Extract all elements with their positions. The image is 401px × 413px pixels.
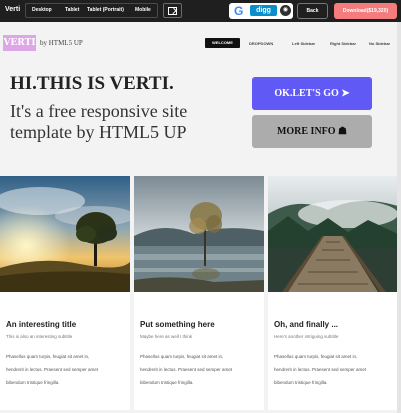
site-logo[interactable]: VERTI (3, 35, 36, 51)
fullscreen-button[interactable] (163, 3, 182, 18)
banner-subtitle: It's a free responsive site template by … (10, 101, 188, 142)
card-body-line: hendrerit in lectus. Praesent sed semper… (6, 367, 99, 372)
card-image-sunset-tree[interactable] (0, 176, 130, 292)
download-button[interactable]: Download($19,320) (334, 3, 397, 19)
card-title: Oh, and finally ... (274, 320, 339, 329)
card-subtitle: Here's another intriguing subtitle (274, 334, 339, 339)
banner-title: HI.THIS IS VERTI. (10, 73, 174, 94)
back-button[interactable]: Back (297, 3, 328, 19)
card-body: Phasellus quam turpis, feugiat sit amet … (140, 350, 258, 389)
card-title: Put something here (140, 320, 215, 329)
device-desktop[interactable]: Desktop (32, 7, 52, 13)
github-icon[interactable]: ◉ (280, 5, 291, 16)
card-body: Phasellus quam turpis, feugiat sit amet … (6, 350, 124, 389)
card-body-line: bibendum tristique fringilla. (274, 380, 328, 385)
device-tablet[interactable]: Tablet (65, 7, 79, 13)
feature-card: Oh, and finally ... Here's another intri… (268, 176, 398, 410)
page-scrollbar[interactable] (397, 22, 401, 413)
google-icon[interactable]: G (234, 4, 243, 18)
card-title: An interesting title (6, 320, 77, 329)
card-image-lake[interactable] (134, 176, 264, 292)
device-tablet-portrait[interactable]: Tablet (Portrait) (87, 7, 124, 13)
expand-icon (168, 7, 177, 15)
digg-icon[interactable]: digg (250, 5, 277, 16)
card-image-misty-bridge[interactable] (268, 176, 398, 292)
card-subtitle: Maybe here as well I think (140, 334, 193, 339)
nav-right-sidebar[interactable]: Right Sidebar (330, 41, 356, 46)
preview-brand: Verti (5, 6, 21, 13)
device-mobile[interactable]: Mobile (135, 7, 151, 13)
card-subtitle: This is also an interesting subtitle (6, 334, 73, 339)
card-body-line: hendrerit in lectus. Praesent sed semper… (274, 367, 367, 372)
share-buttons: G digg ◉ (229, 3, 293, 19)
preview-toolbar: Verti Desktop Tablet Tablet (Portrait) M… (0, 0, 401, 22)
card-body: Phasellus quam turpis, feugiat sit amet … (274, 350, 392, 389)
card-body-line: bibendum tristique fringilla. (6, 380, 60, 385)
nav-left-sidebar[interactable]: Left Sidebar (292, 41, 315, 46)
nav-welcome[interactable]: WELCOME (205, 38, 240, 48)
card-body-line: bibendum tristique fringilla. (140, 380, 194, 385)
nav-no-sidebar[interactable]: No Sidebar (369, 41, 390, 46)
card-body-line: hendrerit in lectus. Praesent sed semper… (140, 367, 233, 372)
card-body-line: Phasellus quam turpis, feugiat sit amet … (6, 354, 90, 359)
nav-dropdown[interactable]: DROPDOWN (249, 41, 273, 46)
card-body-line: Phasellus quam turpis, feugiat sit amet … (140, 354, 224, 359)
feature-card: Put something here Maybe here as well I … (134, 176, 264, 410)
lets-go-button[interactable]: OK.LET'S GO ➤ (252, 77, 372, 110)
card-body-line: Phasellus quam turpis, feugiat sit amet … (274, 354, 358, 359)
feature-card: An interesting title This is also an int… (0, 176, 130, 410)
site-byline: by HTML5 UP (40, 39, 83, 47)
device-switcher: Desktop Tablet Tablet (Portrait) Mobile (25, 3, 158, 18)
more-info-button[interactable]: MORE INFO ☗ (252, 115, 372, 148)
